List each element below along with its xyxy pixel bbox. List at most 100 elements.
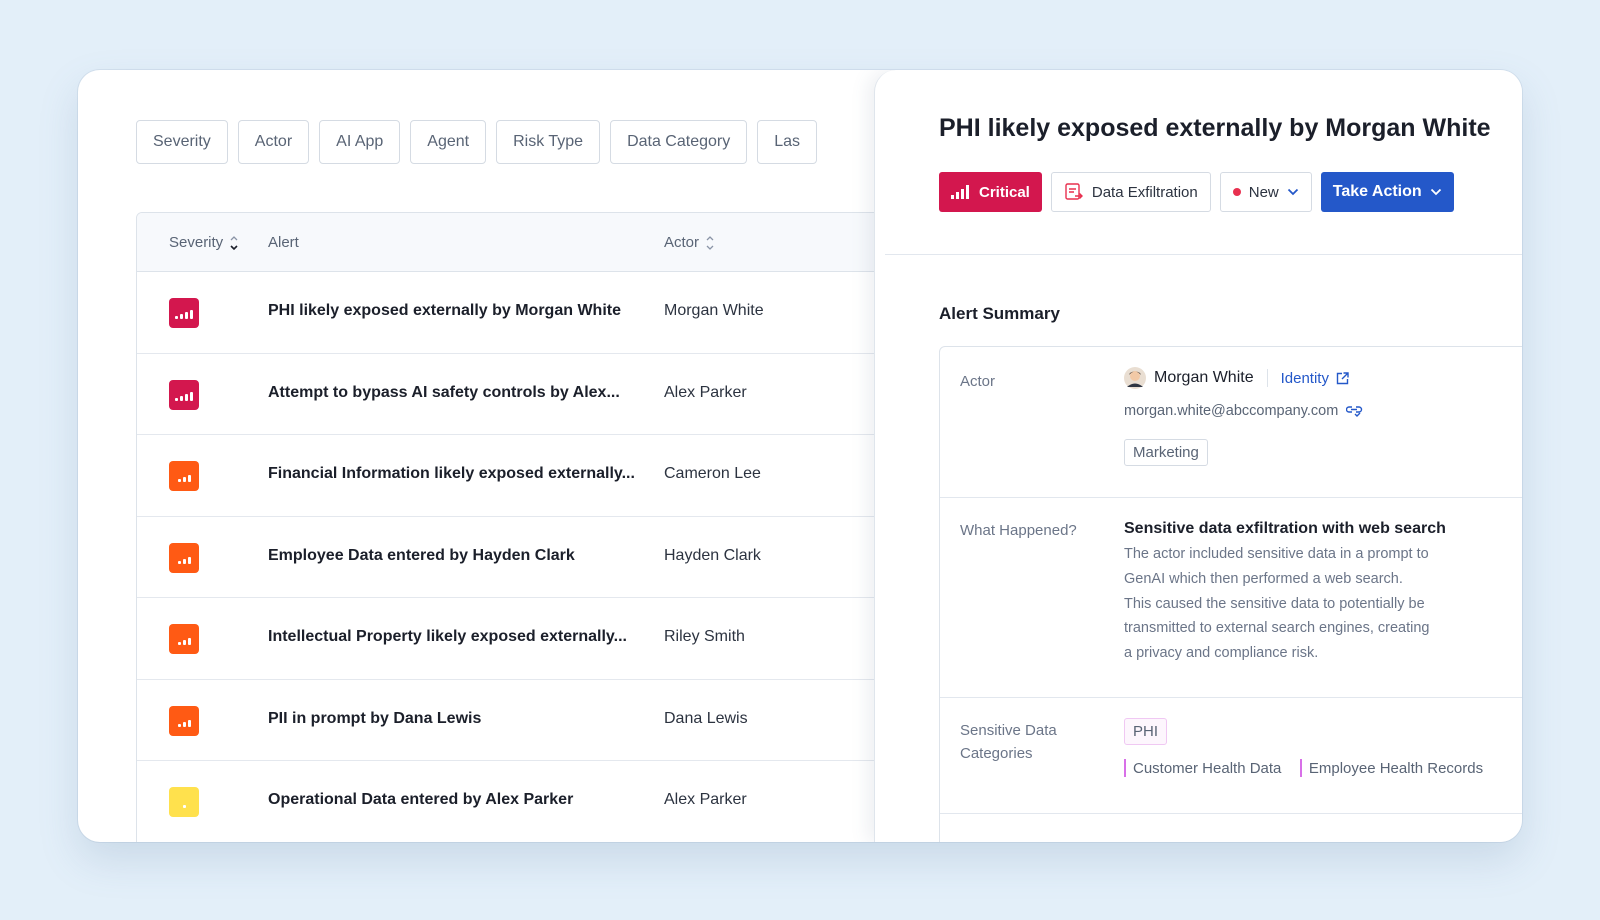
table-header: Severity Alert Actor (137, 213, 895, 272)
severity-icon (169, 705, 199, 736)
categories-label-line: Sensitive Data (960, 722, 1057, 739)
chevron-down-icon (1287, 188, 1298, 196)
what-happened-description: The actor included sensitive data in a p… (1124, 542, 1464, 666)
actor-label: Actor (960, 373, 996, 390)
description-line: This caused the sensitive data to potent… (1124, 595, 1425, 612)
signal-bar (187, 719, 191, 727)
what-happened-label: What Happened? (960, 522, 1077, 539)
actor-name: Morgan White (1154, 369, 1254, 386)
status-label: New (1248, 183, 1279, 201)
table-row[interactable]: Attempt to bypass AI safety controls by … (137, 354, 895, 435)
signal-bar (185, 312, 188, 319)
alerts-table: Severity Alert Actor PHI likely exposed … (136, 212, 896, 842)
actor-name: Dana Lewis (664, 709, 748, 727)
alert-title[interactable]: PII in prompt by Dana Lewis (268, 710, 481, 728)
signal-bar (175, 397, 178, 401)
table-row[interactable]: Financial Information likely exposed ext… (137, 435, 895, 517)
subcategory-item: Employee Health Records (1299, 759, 1483, 777)
categories-label: Sensitive Data Categories (960, 719, 1057, 765)
categories-values: PHI Customer Health Data Employee Health… (1124, 718, 1497, 778)
alert-summary-heading: Alert Summary (939, 304, 1060, 323)
actor-name: Alex Parker (664, 383, 747, 401)
status-dropdown[interactable]: New (1219, 172, 1312, 212)
copy-link-icon[interactable] (1346, 405, 1363, 418)
table-row[interactable]: Intellectual Property likely exposed ext… (137, 598, 895, 680)
actor-name: Riley Smith (664, 628, 745, 645)
what-happened-heading: Sensitive data exfiltration with web sea… (1124, 520, 1446, 537)
signal-bar (182, 721, 186, 727)
table-row[interactable]: PII in prompt by Dana Lewis Dana Lewis (137, 680, 895, 761)
severity-icon (169, 379, 199, 410)
table-row[interactable]: Operational Data entered by Alex Parker A… (137, 761, 895, 842)
signal-bar (177, 560, 181, 564)
actor-name: Alex Parker (664, 791, 747, 808)
description-line: GenAI which then performed a web search. (1124, 570, 1403, 587)
severity-icon (169, 542, 199, 573)
signal-bar (182, 640, 186, 645)
description-line: transmitted to external search engines, … (1124, 620, 1430, 637)
alert-title[interactable]: Intellectual Property likely exposed ext… (268, 628, 627, 646)
signal-bar (180, 395, 183, 401)
external-link-icon (1336, 371, 1349, 384)
signal-bar (177, 479, 181, 482)
actor-name: Hayden Clark (664, 546, 761, 564)
what-happened-content: Sensitive data exfiltration with web sea… (1124, 520, 1464, 666)
department-tag: Marketing (1124, 439, 1208, 466)
alert-title[interactable]: Financial Information likely exposed ext… (268, 465, 635, 483)
alert-title[interactable]: PHI likely exposed externally by Morgan … (268, 302, 621, 320)
take-action-button[interactable]: Take Action (1320, 172, 1454, 212)
filter-data-category[interactable]: Data Category (610, 120, 748, 164)
description-line: The actor included sensitive data in a p… (1124, 546, 1429, 562)
alerts-card: Severity Actor AI App Agent Risk Type Da… (78, 70, 1522, 842)
signal-bar (185, 393, 188, 401)
alert-title[interactable]: Employee Data entered by Hayden Clark (268, 547, 575, 565)
summary-row-categories: Sensitive Data Categories PHI Customer H… (940, 698, 1522, 814)
alert-tag-bar: Critical Data Exfiltration New Take Acti… (939, 172, 1454, 212)
actor-name: Morgan White (664, 302, 764, 319)
column-header-severity-label: Severity (169, 234, 224, 251)
signal-bar (175, 316, 178, 319)
sort-icon (706, 235, 714, 250)
subcategory-item: Customer Health Data (1124, 759, 1281, 777)
severity-icon (169, 624, 199, 654)
alert-title[interactable]: Operational Data entered by Alex Parker (268, 791, 573, 809)
signal-bar (182, 477, 186, 482)
signal-bar (187, 556, 191, 564)
column-header-actor[interactable]: Actor (664, 213, 715, 272)
signal-bar (177, 642, 181, 645)
filter-agent[interactable]: Agent (410, 120, 487, 164)
alert-detail-title: PHI likely exposed externally by Morgan … (939, 114, 1491, 142)
signal-bar (187, 475, 191, 482)
column-header-severity[interactable]: Severity (169, 213, 239, 272)
table-body: PHI likely exposed externally by Morgan … (137, 272, 895, 842)
filter-actor[interactable]: Actor (237, 120, 310, 164)
filter-risk-type[interactable]: Risk Type (496, 120, 601, 164)
filter-ai-app[interactable]: AI App (319, 120, 401, 164)
sort-descending-icon (230, 235, 238, 250)
exfiltration-icon (1065, 183, 1083, 200)
signal-bar (190, 391, 193, 401)
severity-icon (169, 787, 199, 817)
subcategory-list: Customer Health Data Employee Health Rec… (1124, 759, 1497, 778)
filter-severity[interactable]: Severity (136, 120, 228, 164)
severity-badge-label: Critical (979, 183, 1030, 201)
identity-link[interactable]: Identity (1281, 370, 1349, 387)
table-row[interactable]: Employee Data entered by Hayden Clark Hay… (137, 517, 895, 598)
alert-summary-box: Actor Morgan White Identity morgan.white… (939, 346, 1522, 842)
column-header-alert-label: Alert (268, 234, 299, 251)
filter-last[interactable]: Las (757, 120, 818, 164)
severity-icon (169, 461, 199, 491)
summary-row-actor: Actor Morgan White Identity morgan.white… (940, 347, 1522, 498)
actor-email: morgan.white@abccompany.com (1124, 403, 1339, 419)
table-row[interactable]: PHI likely exposed externally by Morgan … (137, 272, 895, 354)
column-header-alert[interactable]: Alert (268, 213, 299, 272)
categories-label-line: Categories (960, 745, 1033, 762)
status-dot-icon (1232, 188, 1241, 196)
column-header-actor-label: Actor (664, 234, 700, 251)
panel-divider (885, 254, 1522, 255)
alert-title[interactable]: Attempt to bypass AI safety controls by … (268, 384, 620, 402)
signal-bar (187, 638, 191, 645)
actor-department: Marketing (1124, 439, 1208, 466)
take-action-label: Take Action (1332, 183, 1422, 200)
alert-detail-panel: PHI likely exposed externally by Morgan … (874, 70, 1522, 842)
